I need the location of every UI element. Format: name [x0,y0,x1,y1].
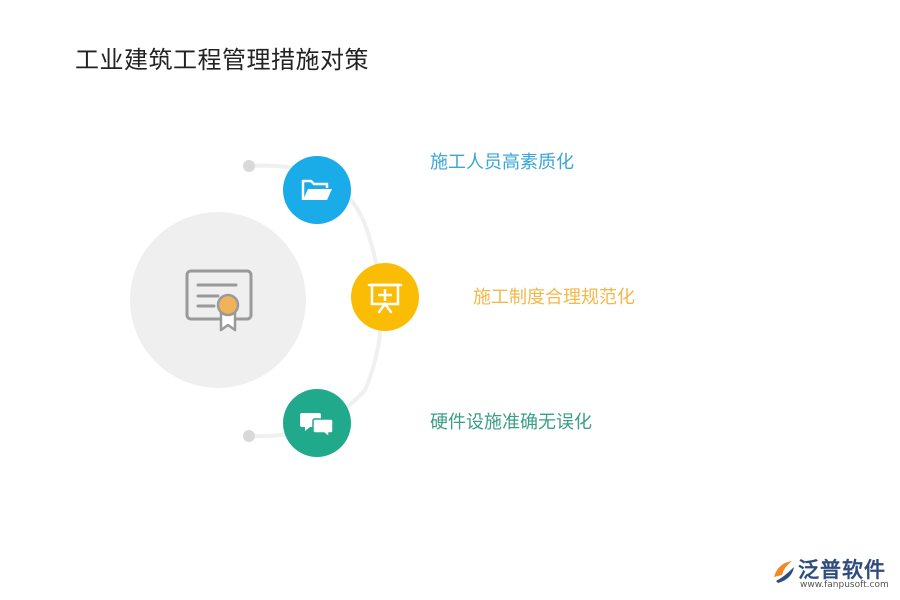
logo-url: www.fanpusoft.com [800,580,889,590]
node-label-1: 施工人员高素质化 [430,152,574,173]
arc-end-dot-bottom [243,430,255,442]
brand-logo: 泛普软件 www.fanpusoft.com [770,553,895,593]
logo-mark-icon [774,561,794,583]
arc-end-dot-top [243,160,255,172]
node-label-2: 施工制度合理规范化 [473,287,635,308]
diagram [130,156,419,457]
node-label-3: 硬件设施准确无误化 [430,412,592,433]
